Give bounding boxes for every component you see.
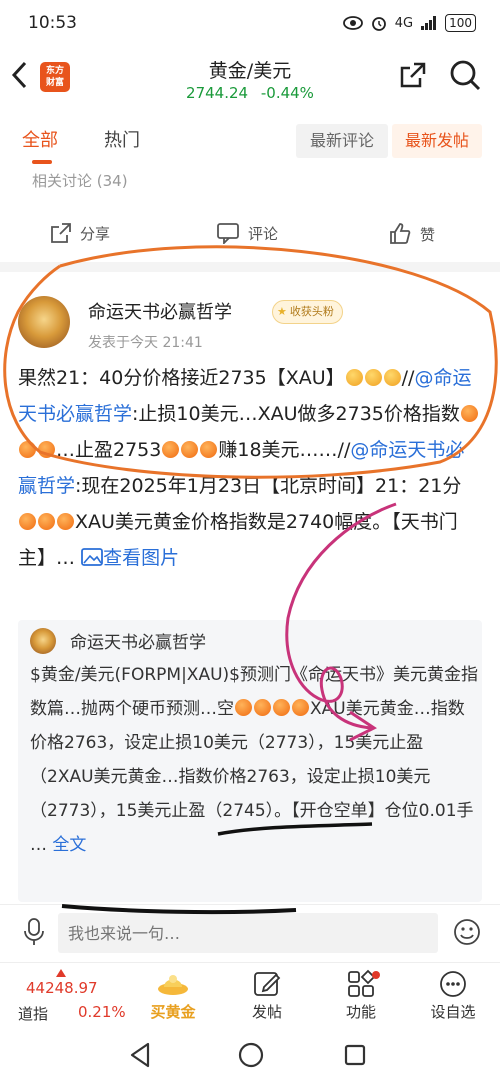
system-recents-icon[interactable] (344, 1044, 366, 1066)
comment-button[interactable]: 评论 (216, 222, 278, 244)
triangle-up-icon (56, 969, 66, 977)
view-images-link[interactable]: 查看图片 (103, 547, 179, 569)
status-icons: 4G 100 (342, 14, 476, 32)
emoji-icon (345, 369, 363, 386)
buy-gold-tab[interactable]: 买黄金 (138, 969, 208, 1022)
signal-icon (421, 16, 437, 30)
related-discussion-link[interactable]: 相关讨论 (34) (32, 170, 128, 191)
network-label: 4G (394, 15, 414, 31)
more-icon (440, 971, 466, 997)
customize-tab[interactable]: 设自选 (418, 969, 488, 1022)
post-text: :现在2025年1月23日【北京时间】21：21分 (75, 475, 462, 497)
emoji-icon (273, 699, 290, 716)
index-value: 44248.97 (26, 979, 98, 997)
emoji-icon (19, 441, 36, 458)
post-text: …止盈2753 (56, 439, 162, 461)
eye-icon (342, 16, 363, 30)
image-icon[interactable] (81, 548, 103, 566)
system-back-icon[interactable] (128, 1042, 152, 1068)
index-name: 道指 (18, 1005, 49, 1023)
emoji-icon (254, 699, 271, 716)
emoji-icon (38, 513, 55, 530)
latest-post-button[interactable]: 最新发帖 (392, 124, 482, 158)
index-change: 0.21% (78, 1003, 126, 1021)
emoji-icon (460, 405, 478, 422)
quoted-body: $黄金/美元(FORPM|XAU)$预测门《命运天书》美元黄金指数篇…抛两个硬币… (30, 658, 478, 862)
clock: 10:53 (28, 13, 77, 33)
post-actions: 分享 评论 赞 (0, 214, 500, 258)
emoji-icon (19, 513, 36, 530)
tab-all[interactable]: 全部 (22, 126, 58, 164)
system-home-icon[interactable] (238, 1042, 264, 1068)
emoji-icon (235, 699, 252, 716)
emoji-icon (38, 441, 55, 458)
comment-input[interactable] (58, 913, 438, 953)
search-icon[interactable] (448, 58, 482, 92)
edit-icon (254, 972, 281, 996)
system-nav-bar (0, 1030, 500, 1083)
post-tab[interactable]: 发帖 (232, 969, 302, 1022)
emoji-icon (292, 699, 309, 716)
alarm-icon (371, 17, 386, 31)
post-text: // (401, 367, 415, 389)
emoji-icon (162, 441, 180, 458)
battery-icon: 100 (445, 14, 476, 32)
emoji-icon (364, 369, 382, 386)
gold-ingot-icon (158, 975, 188, 995)
tab-hot[interactable]: 热门 (104, 126, 140, 152)
status-bar: 10:53 4G 100 (0, 0, 500, 46)
bottom-tab-bar: 44248.97 道指 0.21% 买黄金 发帖 功能 设自选 (0, 962, 500, 1028)
top-nav: 东方 财富 黄金/美元 2744.24 -0.44% (0, 46, 500, 112)
share-icon (51, 223, 71, 243)
emoji-icon (57, 513, 74, 530)
price-change: -0.44% (260, 84, 314, 102)
quoted-text: XAU美元黄金…指数价格2763，设定止损10美元（2773），15美元止盈（2… (30, 699, 474, 855)
quoted-avatar (30, 628, 56, 654)
post-text: 赚18美元……// (218, 439, 351, 461)
emoji-icon (181, 441, 199, 458)
latest-comment-button[interactable]: 最新评论 (296, 124, 388, 158)
thumbs-up-icon (390, 223, 411, 244)
microphone-icon[interactable] (22, 917, 46, 947)
emoji-icon (200, 441, 218, 458)
emoji-icon (383, 369, 401, 386)
post-text: 果然21：40分价格接近2735【XAU】 (18, 367, 345, 389)
full-text-link[interactable]: 全文 (52, 835, 86, 855)
post-time: 发表于今天 21:41 (88, 335, 203, 351)
quoted-post[interactable]: 命运天书必赢哲学 $黄金/美元(FORPM|XAU)$预测门《命运天书》美元黄金… (18, 620, 482, 902)
tab-bar: 全部 热门 最新评论 最新发帖 (0, 118, 500, 164)
section-divider (0, 262, 500, 272)
function-tab[interactable]: 功能 (326, 969, 396, 1022)
quoted-author[interactable]: 命运天书必赢哲学 (70, 628, 206, 653)
notification-dot (372, 971, 380, 979)
comment-bar (0, 904, 500, 960)
fan-badge: 收获头粉 (272, 300, 343, 324)
emoji-picker-icon[interactable] (452, 917, 482, 947)
like-button[interactable]: 赞 (388, 222, 435, 246)
share-button[interactable]: 分享 (50, 222, 110, 244)
avatar[interactable] (18, 296, 70, 348)
comment-icon (217, 223, 239, 244)
post-body[interactable]: 果然21：40分价格接近2735【XAU】//@命运天书必赢哲学:止损10美元…… (18, 360, 480, 576)
post-text: :止损10美元…XAU做多2735价格指数 (132, 403, 460, 425)
price-value: 2744.24 (186, 84, 249, 102)
share-icon[interactable] (398, 60, 428, 90)
post-author[interactable]: 命运天书必赢哲学 (88, 298, 232, 324)
